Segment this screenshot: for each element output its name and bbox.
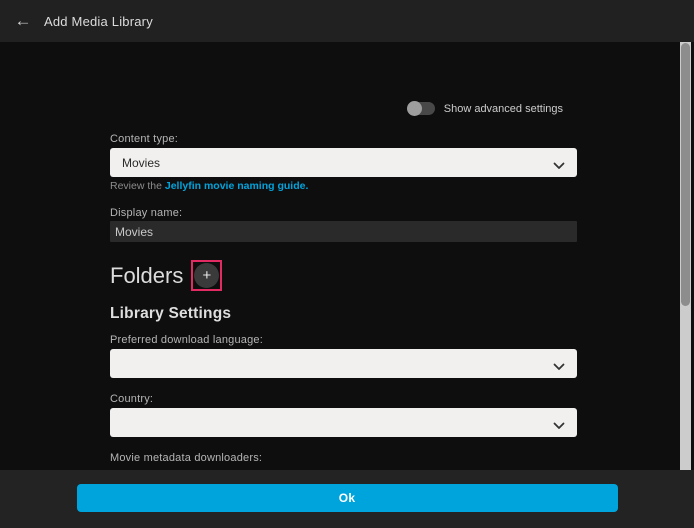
settings-form: Show advanced settings Content type: Mov… bbox=[0, 42, 680, 470]
app-bar: ← Add Media Library bbox=[0, 0, 694, 42]
chevron-down-icon bbox=[553, 419, 565, 433]
chevron-down-icon bbox=[553, 159, 565, 173]
country-select[interactable] bbox=[110, 408, 577, 437]
plus-icon: + bbox=[194, 263, 219, 288]
chevron-down-icon bbox=[553, 360, 565, 374]
content-type-label: Content type: bbox=[110, 133, 178, 145]
folders-heading: Folders bbox=[110, 263, 183, 289]
advanced-settings-toggle-row: Show advanced settings bbox=[408, 102, 563, 115]
helper-prefix: Review the bbox=[110, 180, 165, 192]
page-title: Add Media Library bbox=[44, 14, 153, 29]
content-type-select[interactable]: Movies bbox=[110, 148, 577, 177]
back-arrow-icon[interactable]: ← bbox=[8, 6, 38, 36]
dialog-footer: Ok bbox=[0, 470, 694, 528]
toggle-label: Show advanced settings bbox=[444, 103, 563, 115]
display-name-input[interactable] bbox=[110, 221, 577, 242]
preferred-language-label: Preferred download language: bbox=[110, 334, 263, 346]
folders-section-header: Folders + bbox=[110, 260, 222, 291]
ok-button[interactable]: Ok bbox=[77, 484, 618, 512]
library-settings-heading: Library Settings bbox=[110, 305, 231, 323]
toggle-knob bbox=[407, 101, 422, 116]
show-advanced-settings-toggle[interactable] bbox=[408, 102, 435, 115]
naming-guide-helper: Review the Jellyfin movie naming guide. bbox=[110, 180, 308, 192]
preferred-language-select[interactable] bbox=[110, 349, 577, 378]
scrollbar-track[interactable] bbox=[680, 42, 691, 470]
country-label: Country: bbox=[110, 393, 153, 405]
scrollbar-thumb[interactable] bbox=[681, 43, 690, 306]
display-name-label: Display name: bbox=[110, 207, 182, 219]
content-type-value: Movies bbox=[122, 156, 160, 170]
metadata-downloaders-label: Movie metadata downloaders: bbox=[110, 452, 262, 464]
add-folder-button[interactable]: + bbox=[191, 260, 222, 291]
naming-guide-link[interactable]: Jellyfin movie naming guide. bbox=[165, 180, 309, 192]
